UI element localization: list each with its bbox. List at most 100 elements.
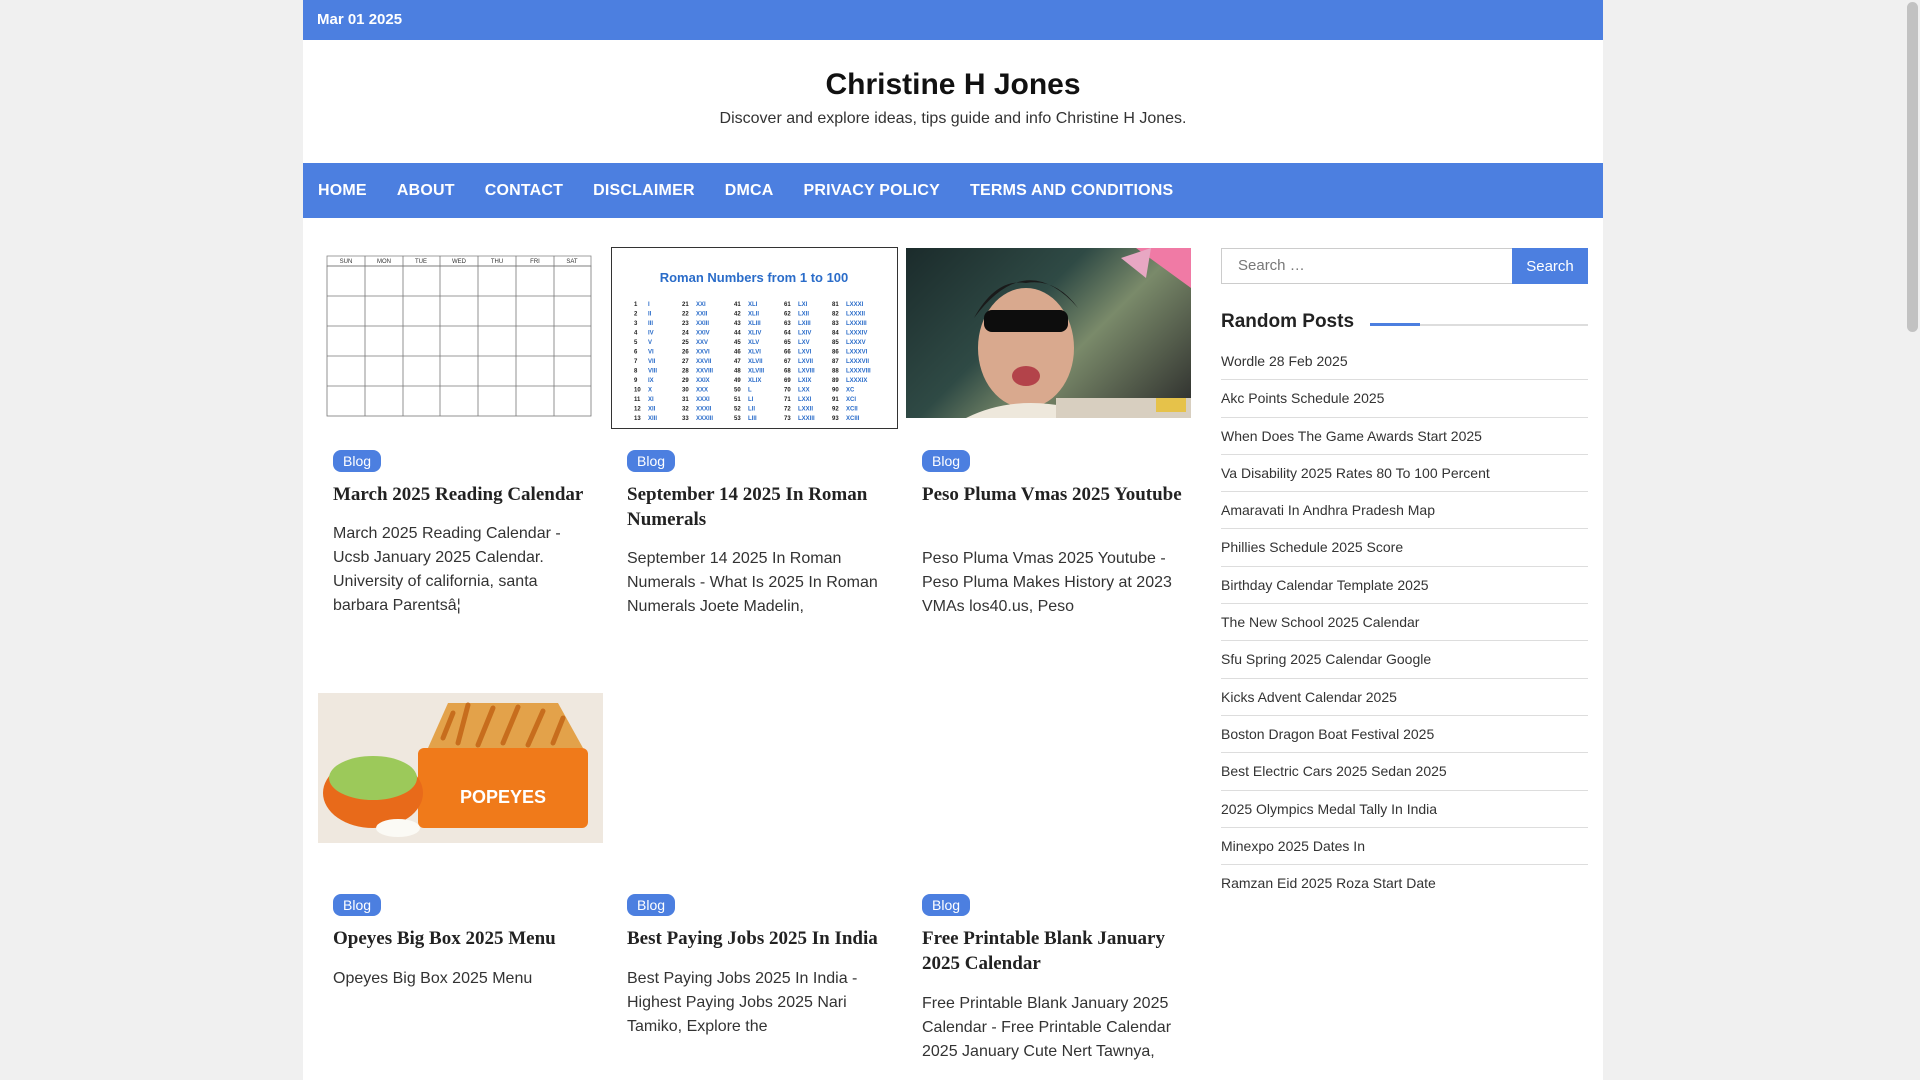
calendar-day-label: FRI (530, 259, 540, 265)
roman-table-cell: 82 (832, 312, 839, 318)
nav-about[interactable]: ABOUT (397, 182, 455, 200)
nav-dmca[interactable]: DMCA (725, 182, 774, 200)
roman-table-cell: LIII (748, 416, 757, 422)
post-5-category-badge[interactable]: Blog (627, 894, 676, 916)
roman-table-cell: I (648, 302, 650, 308)
roman-table-cell: XXII (696, 312, 708, 318)
roman-table-cell: 47 (734, 359, 741, 365)
post-2-title[interactable]: September 14 2025 In Roman Numerals (627, 482, 892, 532)
post-thumbnail-popeyes[interactable]: POPEYES (318, 693, 603, 843)
roman-table-cell: 65 (784, 340, 791, 346)
roman-table-cell: 51 (734, 397, 741, 403)
search-button[interactable]: Search (1512, 248, 1588, 284)
roman-table-cell: LXII (798, 312, 809, 318)
roman-table-cell: III (648, 321, 653, 327)
roman-table-cell: 69 (784, 378, 791, 384)
calendar-day-label: SUN (340, 259, 353, 265)
random-post-link[interactable]: Ramzan Eid 2025 Roza Start Date (1221, 865, 1588, 901)
post-1-title[interactable]: March 2025 Reading Calendar (333, 482, 598, 507)
roman-table-cell: XLV (748, 340, 759, 346)
roman-table-cell: LXI (798, 302, 808, 308)
random-post-link[interactable]: When Does The Game Awards Start 2025 (1221, 418, 1588, 455)
post-1-category-badge[interactable]: Blog (333, 450, 382, 472)
roman-table-cell: 12 (634, 407, 641, 413)
random-post-link[interactable]: Kicks Advent Calendar 2025 (1221, 679, 1588, 716)
roman-table-cell: XCIII (846, 416, 860, 422)
random-post-link[interactable]: Amaravati In Andhra Pradesh Map (1221, 492, 1588, 530)
roman-table-cell: 68 (784, 369, 791, 375)
roman-table-cell: XLVI (748, 350, 761, 356)
roman-table-cell: LXXXVI (846, 350, 868, 356)
nav-disclaimer[interactable]: DISCLAIMER (593, 182, 695, 200)
site-title[interactable]: Christine H Jones (303, 68, 1603, 102)
roman-table-cell: XXVI (696, 350, 710, 356)
roman-table-cell: XXXIII (696, 416, 713, 422)
roman-table-cell: 64 (784, 331, 791, 337)
roman-table-cell: 50 (734, 388, 741, 394)
calendar-day-label: MON (377, 259, 391, 265)
roman-table-cell: XXX (696, 388, 708, 394)
roman-table-cell: XXIV (696, 331, 710, 337)
post-thumbnail-peso-pluma[interactable] (906, 248, 1191, 418)
roman-table-cell: LXXXIII (846, 321, 867, 327)
nav-terms[interactable]: TERMS AND CONDITIONS (970, 182, 1173, 200)
random-post-link[interactable]: Akc Points Schedule 2025 (1221, 380, 1588, 418)
search-input[interactable]: Search … (1221, 248, 1517, 284)
roman-table-cell: 92 (832, 407, 839, 413)
post-thumbnail-calendar[interactable]: SUN MON TUE WED THU FRI SAT (318, 248, 603, 420)
post-3-title[interactable]: Peso Pluma Vmas 2025 Youtube (922, 482, 1187, 507)
random-post-link[interactable]: Wordle 28 Feb 2025 (1221, 343, 1588, 381)
roman-table-cell: 8 (634, 369, 638, 375)
roman-table-cell: XLVIII (748, 369, 765, 375)
post-3-category-badge[interactable]: Blog (922, 450, 971, 472)
roman-table-cell: 9 (634, 378, 638, 384)
roman-table-cell: XLVII (748, 359, 763, 365)
nav-home[interactable]: HOME (318, 182, 367, 200)
post-2-category-badge[interactable]: Blog (627, 450, 676, 472)
roman-table-cell: XLII (748, 312, 759, 318)
post-4-title[interactable]: Opeyes Big Box 2025 Menu (333, 926, 598, 951)
roman-table-cell: V (648, 340, 652, 346)
scrollbar-thumb[interactable] (1907, 2, 1918, 332)
nav-contact[interactable]: CONTACT (485, 182, 563, 200)
post-6-category-badge[interactable]: Blog (922, 894, 971, 916)
roman-table-cell: LII (748, 407, 755, 413)
roman-table-cell: VI (648, 350, 654, 356)
post-4-category-badge[interactable]: Blog (333, 894, 382, 916)
roman-table-cell: 84 (832, 331, 839, 337)
roman-table-cell: LXVIII (798, 369, 815, 375)
roman-table-cell: LXXXVIII (846, 369, 871, 375)
roman-table-cell: XI (648, 397, 654, 403)
vertical-scrollbar[interactable] (1905, 0, 1920, 1080)
post-6-title[interactable]: Free Printable Blank January 2025 Calend… (922, 926, 1187, 976)
roman-table-cell: XC (846, 388, 855, 394)
random-post-link[interactable]: Boston Dragon Boat Festival 2025 (1221, 716, 1588, 754)
random-post-link[interactable]: Birthday Calendar Template 2025 (1221, 567, 1588, 605)
roman-table-cell: LXXXI (846, 302, 864, 308)
random-post-link[interactable]: Best Electric Cars 2025 Sedan 2025 (1221, 753, 1588, 791)
random-post-link[interactable]: Va Disability 2025 Rates 80 To 100 Perce… (1221, 455, 1588, 493)
roman-table-cell: 29 (682, 378, 689, 384)
random-posts-list: Wordle 28 Feb 2025 Akc Points Schedule 2… (1221, 343, 1588, 901)
random-post-link[interactable]: Minexpo 2025 Dates In (1221, 828, 1588, 866)
roman-table-cell: LXX (798, 388, 810, 394)
roman-table-cell: 87 (832, 359, 839, 365)
roman-table-cell: 1 (634, 302, 638, 308)
calendar-day-label: TUE (415, 259, 427, 265)
post-thumbnail-roman[interactable]: Roman Numbers from 1 to 100 1 2 3 4 5 6 7 8 9 10 1… (611, 247, 898, 429)
random-post-link[interactable]: The New School 2025 Calendar (1221, 604, 1588, 642)
post-5-title[interactable]: Best Paying Jobs 2025 In India (627, 926, 892, 951)
roman-table-cell: XIII (648, 416, 657, 422)
roman-table-cell: LXXXVII (846, 359, 869, 365)
popeyes-logo-text: POPEYES (460, 787, 546, 807)
random-post-link[interactable]: 2025 Olympics Medal Tally In India (1221, 791, 1588, 828)
nav-privacy-policy[interactable]: PRIVACY POLICY (804, 182, 940, 200)
roman-table-cell: 28 (682, 369, 689, 375)
random-posts-heading: Random Posts (1221, 311, 1355, 332)
roman-table-cell: XXVII (696, 359, 712, 365)
roman-table-cell: 71 (784, 397, 791, 403)
roman-table-cell: LXXI (798, 397, 812, 403)
random-post-link[interactable]: Phillies Schedule 2025 Score (1221, 529, 1588, 567)
roman-table-cell: 46 (734, 350, 741, 356)
random-post-link[interactable]: Sfu Spring 2025 Calendar Google (1221, 641, 1588, 679)
